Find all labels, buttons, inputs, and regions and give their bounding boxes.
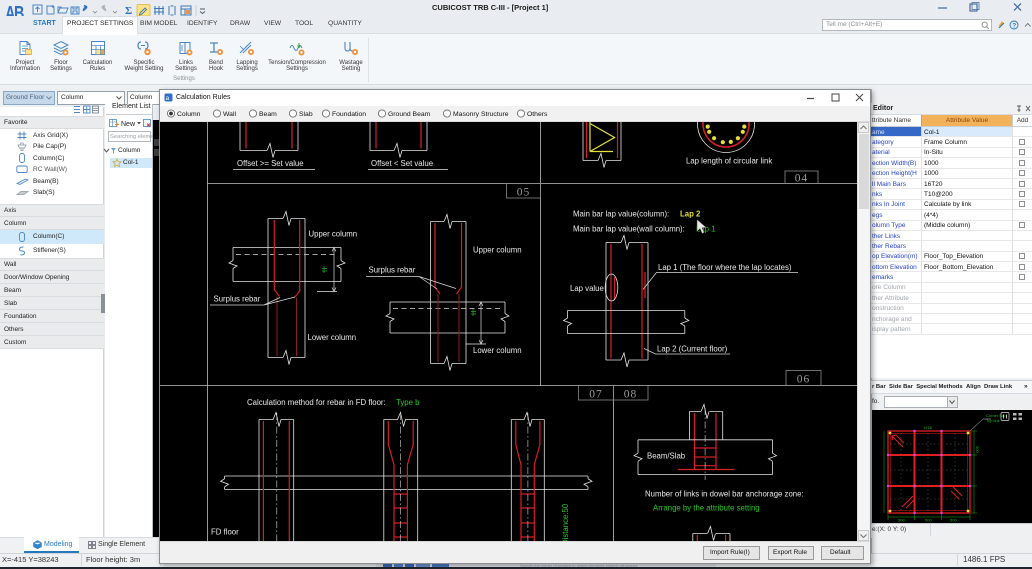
- svg-text:Lap value: Lap value: [570, 284, 604, 293]
- svg-text:Upper column: Upper column: [309, 230, 358, 239]
- svg-text:Type b: Type b: [396, 398, 420, 407]
- svg-text:500: 500: [975, 446, 980, 453]
- svg-text:Column: Column: [177, 111, 201, 118]
- svg-text:Offset >= Set value: Offset >= Set value: [237, 159, 304, 168]
- svg-text:Arrange by the attribute setti: Arrange by the attribute setting: [653, 504, 760, 513]
- svg-text:500: 500: [898, 518, 905, 523]
- svg-text:Main bar lap value(column):: Main bar lap value(column):: [573, 210, 669, 219]
- svg-text:FD floor: FD floor: [211, 528, 239, 537]
- svg-text:Lap 2: Lap 2: [680, 210, 701, 219]
- svg-text:a: a: [166, 95, 170, 102]
- svg-text:Lower column: Lower column: [473, 346, 522, 355]
- svg-text:Lap length of circular link: Lap length of circular link: [686, 157, 772, 166]
- svg-text:Upper column: Upper column: [473, 246, 522, 255]
- svg-text:Masonry Structure: Masonry Structure: [453, 111, 509, 118]
- svg-text:Lap 2 (Current floor): Lap 2 (Current floor): [657, 345, 728, 354]
- svg-text:Surplus rebar: Surplus rebar: [214, 295, 261, 304]
- svg-text:500: 500: [925, 518, 932, 523]
- svg-text:04: 04: [795, 173, 809, 185]
- svg-text:07: 07: [589, 389, 603, 401]
- svg-text:08: 08: [624, 389, 638, 401]
- svg-text:Σ: Σ: [125, 5, 132, 16]
- svg-text:Beam/Slab: Beam/Slab: [647, 452, 686, 461]
- svg-text:05: 05: [517, 187, 531, 199]
- svg-text:Lap 1 (The floor where the lap: Lap 1 (The floor where the lap locates): [658, 263, 792, 272]
- svg-text:500: 500: [950, 518, 957, 523]
- svg-text:Offset < Set value: Offset < Set value: [371, 159, 433, 168]
- svg-text:Main bar lap value(wall column: Main bar lap value(wall column):: [573, 225, 685, 234]
- svg-text:1216: 1216: [923, 425, 933, 430]
- svg-text:Number of links in dowel bar a: Number of links in dowel bar anchorage z…: [645, 490, 804, 499]
- svg-text:Others: Others: [527, 111, 548, 118]
- svg-text:Surplus rebar: Surplus rebar: [369, 266, 416, 275]
- svg-text:Foundation: Foundation: [332, 111, 366, 118]
- svg-text:New: New: [121, 121, 136, 128]
- svg-text:Distance:50: Distance:50: [561, 503, 570, 541]
- svg-text:Calculation method for rebar i: Calculation method for rebar in FD floor…: [247, 398, 386, 407]
- svg-text:06: 06: [797, 374, 811, 386]
- svg-text:Wall: Wall: [223, 111, 236, 118]
- svg-text:Beam: Beam: [259, 111, 277, 118]
- svg-text:Ground Beam: Ground Beam: [388, 111, 431, 118]
- svg-text:Slab: Slab: [299, 111, 313, 118]
- svg-text:Lower column: Lower column: [308, 333, 357, 342]
- svg-text:?: ?: [1012, 22, 1016, 29]
